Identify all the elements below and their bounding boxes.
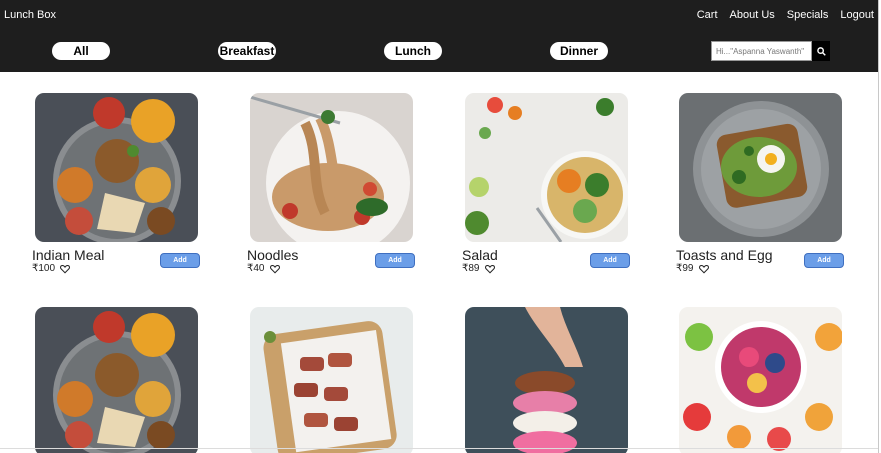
product-price: ₹89 (462, 263, 480, 274)
search-button[interactable] (812, 41, 830, 61)
heart-icon[interactable] (698, 264, 709, 274)
product-price-row: ₹89 (462, 263, 495, 274)
add-to-cart-button[interactable]: Add (160, 253, 200, 268)
brand-logo-text[interactable]: Lunch Box (4, 9, 56, 21)
nav-specials-link[interactable]: Specials (787, 9, 829, 21)
filter-lunch-button[interactable]: Lunch (384, 42, 442, 60)
salad-image (465, 93, 628, 242)
product-price-row: ₹40 (247, 263, 280, 274)
add-to-cart-button[interactable]: Add (804, 253, 844, 268)
add-to-cart-button[interactable]: Add (375, 253, 415, 268)
top-nav: Cart About Us Specials Logout (697, 9, 874, 21)
product-name-toasts-egg: Toasts and Egg (676, 247, 773, 263)
nav-about-link[interactable]: About Us (730, 9, 775, 21)
heart-icon[interactable] (269, 264, 280, 274)
heart-icon[interactable] (484, 264, 495, 274)
bacon-skewers-image (250, 307, 413, 453)
nav-logout-link[interactable]: Logout (840, 9, 874, 21)
filter-all-button[interactable]: All (52, 42, 110, 60)
indian-meal-image (35, 93, 198, 242)
header-bar: Lunch Box Cart About Us Specials Logout … (0, 0, 878, 72)
product-name-noodles: Noodles (247, 247, 299, 263)
heart-icon[interactable] (60, 264, 70, 274)
product-price-row: ₹100 (32, 263, 70, 274)
product-price: ₹40 (247, 263, 265, 274)
page-bottom-border (0, 448, 878, 449)
noodles-image (250, 93, 413, 242)
donuts-image (465, 307, 628, 453)
product-price: ₹99 (676, 263, 694, 274)
nav-cart-link[interactable]: Cart (697, 9, 718, 21)
search-icon (816, 46, 826, 56)
add-to-cart-button[interactable]: Add (590, 253, 630, 268)
fruit-bowl-image (679, 307, 842, 453)
toast-egg-image (679, 93, 842, 242)
product-name-salad: Salad (462, 247, 498, 263)
filter-dinner-button[interactable]: Dinner (550, 42, 608, 60)
product-price-row: ₹99 (676, 263, 709, 274)
scrollbar-track[interactable] (878, 0, 879, 453)
product-name-indian-meal: Indian Meal (32, 247, 105, 263)
product-price: ₹100 (32, 263, 56, 274)
indian-meal-image (35, 307, 198, 453)
search-input[interactable] (711, 41, 812, 61)
filter-breakfast-button[interactable]: Breakfast (218, 42, 276, 60)
